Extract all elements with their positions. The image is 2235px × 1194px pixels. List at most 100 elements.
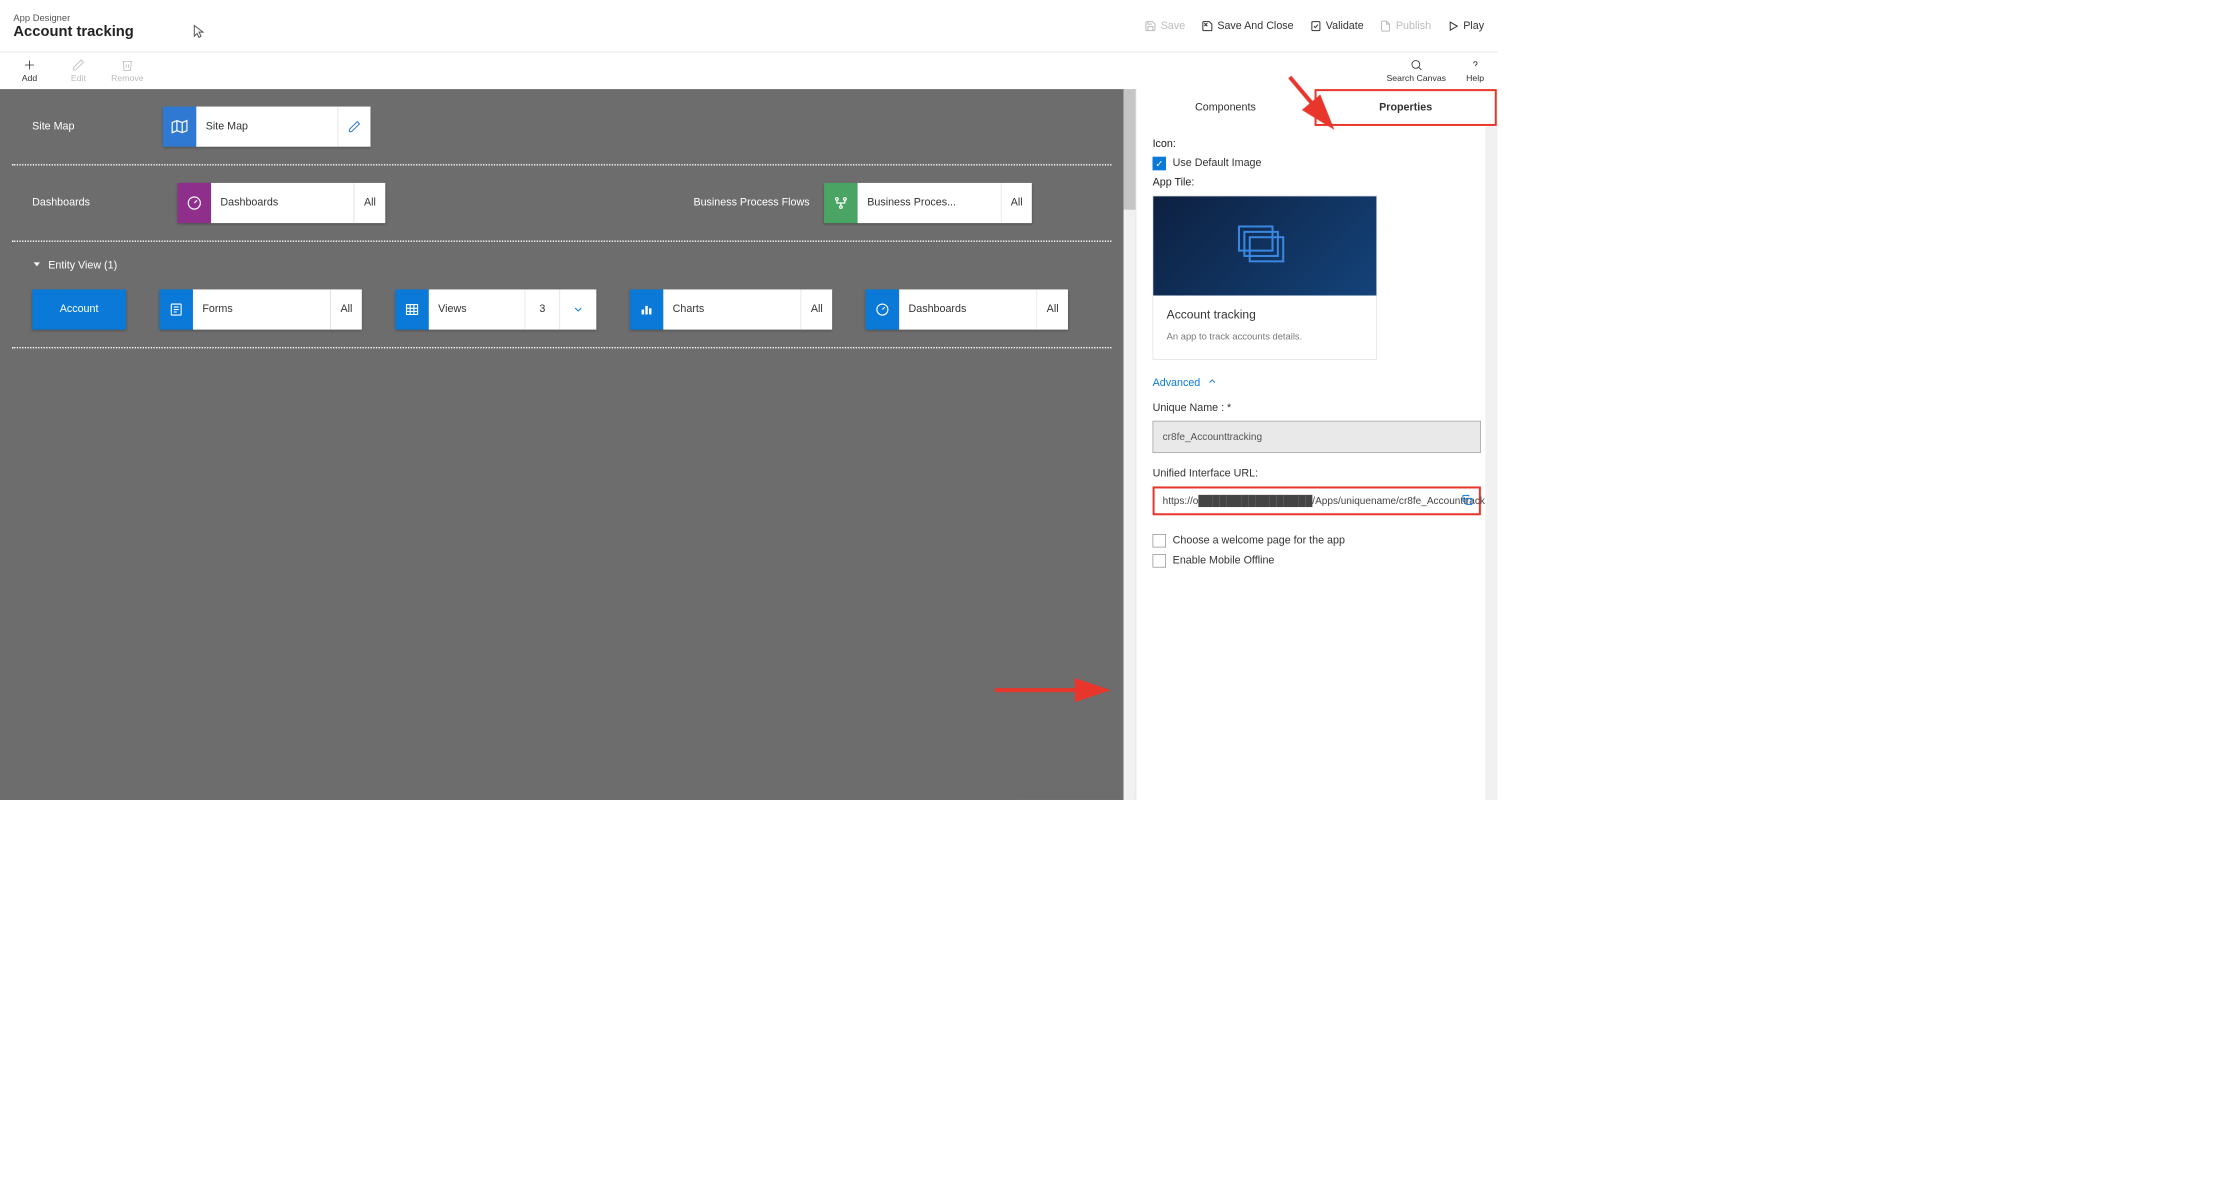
views-tile[interactable]: Views 3 xyxy=(395,289,596,329)
views-count: 3 xyxy=(525,289,560,329)
mobile-offline-label: Enable Mobile Offline xyxy=(1173,555,1275,567)
views-dropdown[interactable] xyxy=(559,289,596,329)
help-icon xyxy=(1468,58,1481,71)
cursor-icon xyxy=(193,24,205,43)
publish-button: Publish xyxy=(1380,20,1431,32)
help-label: Help xyxy=(1466,73,1484,83)
advanced-toggle[interactable]: Advanced xyxy=(1152,376,1480,390)
form-icon xyxy=(159,289,193,329)
plus-icon xyxy=(23,58,36,71)
chart-icon xyxy=(630,289,664,329)
app-tile-hero xyxy=(1153,196,1376,295)
sitemap-tile[interactable]: Site Map xyxy=(163,107,371,147)
play-icon xyxy=(1447,20,1459,32)
charts-tile[interactable]: Charts All xyxy=(630,289,832,329)
tab-properties[interactable]: Properties xyxy=(1315,89,1497,126)
panel-scrollbar[interactable] xyxy=(1485,126,1497,800)
design-canvas[interactable]: Site Map Site Map Dashboards xyxy=(0,89,1124,800)
dashboards-tile-label: Dashboards xyxy=(211,183,354,223)
add-label: Add xyxy=(22,73,38,83)
forms-tile-tail[interactable]: All xyxy=(330,289,361,329)
publish-icon xyxy=(1380,20,1392,32)
search-canvas-button[interactable]: Search Canvas xyxy=(1386,58,1446,83)
sitemap-tile-label: Site Map xyxy=(196,107,337,147)
app-tile-desc: An app to track accounts details. xyxy=(1166,331,1362,342)
publish-label: Publish xyxy=(1396,20,1431,32)
entity-dashboards-tile[interactable]: Dashboards All xyxy=(866,289,1068,329)
forms-tile[interactable]: Forms All xyxy=(159,289,361,329)
save-and-close-button[interactable]: Save And Close xyxy=(1201,20,1293,32)
app-header: App Designer Account tracking Save Save … xyxy=(0,0,1497,52)
charts-tile-label: Charts xyxy=(663,289,800,329)
trash-icon xyxy=(121,58,134,71)
unique-name-input[interactable] xyxy=(1152,421,1480,453)
gauge-icon xyxy=(178,183,212,223)
canvas-scrollbar[interactable] xyxy=(1124,89,1136,800)
save-button: Save xyxy=(1145,20,1186,32)
apptile-label: App Tile: xyxy=(1152,177,1480,189)
entity-dash-tile-label: Dashboards xyxy=(899,289,1036,329)
unique-name-label: Unique Name : * xyxy=(1152,402,1480,414)
entity-account-label: Account xyxy=(60,304,99,316)
sitemap-edit-button[interactable] xyxy=(338,107,371,147)
design-canvas-wrap: Site Map Site Map Dashboards xyxy=(0,89,1136,800)
advanced-label: Advanced xyxy=(1152,377,1200,389)
sitemap-section-label: Site Map xyxy=(32,121,163,133)
entity-dash-tile-tail[interactable]: All xyxy=(1037,289,1068,329)
gauge-icon xyxy=(866,289,900,329)
app-tile-title: Account tracking xyxy=(1166,308,1362,322)
edit-label: Edit xyxy=(71,73,86,83)
forms-tile-label: Forms xyxy=(193,289,330,329)
save-label: Save xyxy=(1161,20,1185,32)
dashboards-tile-tail[interactable]: All xyxy=(354,183,385,223)
help-button[interactable]: Help xyxy=(1466,58,1484,83)
icon-label: Icon: xyxy=(1152,138,1480,150)
remove-button: Remove xyxy=(111,58,143,83)
pencil-icon xyxy=(72,58,85,71)
properties-panel: Components Properties Icon: ✓ Use Defaul… xyxy=(1136,89,1498,800)
url-label: Unified Interface URL: xyxy=(1152,468,1480,480)
validate-label: Validate xyxy=(1326,20,1364,32)
entity-view-toggle[interactable]: Entity View (1) xyxy=(32,259,117,272)
validate-icon xyxy=(1310,20,1322,32)
chevron-up-icon xyxy=(1207,376,1218,390)
entity-view-label: Entity View (1) xyxy=(48,260,117,272)
use-default-image-label: Use Default Image xyxy=(1173,157,1262,169)
dashboards-section-label: Dashboards xyxy=(32,197,163,209)
save-icon xyxy=(1145,20,1157,32)
toolbar: Add Edit Remove Search Canvas Help xyxy=(0,52,1497,89)
bpf-tile-label: Business Proces... xyxy=(858,183,1001,223)
scroll-thumb[interactable] xyxy=(1124,89,1136,210)
bpf-section-label: Business Process Flows xyxy=(693,197,809,209)
search-icon xyxy=(1410,58,1423,71)
bpf-tile[interactable]: Business Proces... All xyxy=(824,183,1032,223)
dashboards-tile[interactable]: Dashboards All xyxy=(178,183,386,223)
app-tile-preview: Account tracking An app to track account… xyxy=(1152,196,1376,360)
flow-icon xyxy=(824,183,858,223)
save-close-label: Save And Close xyxy=(1217,20,1293,32)
welcome-page-label: Choose a welcome page for the app xyxy=(1173,535,1345,547)
play-button[interactable]: Play xyxy=(1447,20,1484,32)
welcome-page-checkbox[interactable] xyxy=(1152,534,1165,547)
use-default-image-checkbox[interactable]: ✓ xyxy=(1152,157,1165,170)
grid-icon xyxy=(395,289,429,329)
views-tile-label: Views xyxy=(429,289,525,329)
add-button[interactable]: Add xyxy=(13,58,45,83)
search-label: Search Canvas xyxy=(1386,73,1446,83)
header-title: Account tracking xyxy=(13,22,1144,39)
save-close-icon xyxy=(1201,20,1213,32)
bpf-tile-tail[interactable]: All xyxy=(1001,183,1032,223)
validate-button[interactable]: Validate xyxy=(1310,20,1364,32)
play-label: Play xyxy=(1463,20,1484,32)
copy-url-button[interactable] xyxy=(1461,494,1473,510)
charts-tile-tail[interactable]: All xyxy=(801,289,832,329)
remove-label: Remove xyxy=(111,73,143,83)
mobile-offline-checkbox[interactable] xyxy=(1152,554,1165,567)
header-subtitle: App Designer xyxy=(13,12,1144,23)
entity-account-tile[interactable]: Account xyxy=(32,289,126,329)
tab-components[interactable]: Components xyxy=(1136,89,1314,126)
unified-interface-url: https://o████████████████/Apps/uniquenam… xyxy=(1152,486,1480,515)
edit-button: Edit xyxy=(62,58,94,83)
map-icon xyxy=(163,107,197,147)
url-value: https://o████████████████/Apps/uniquenam… xyxy=(1162,495,1496,506)
